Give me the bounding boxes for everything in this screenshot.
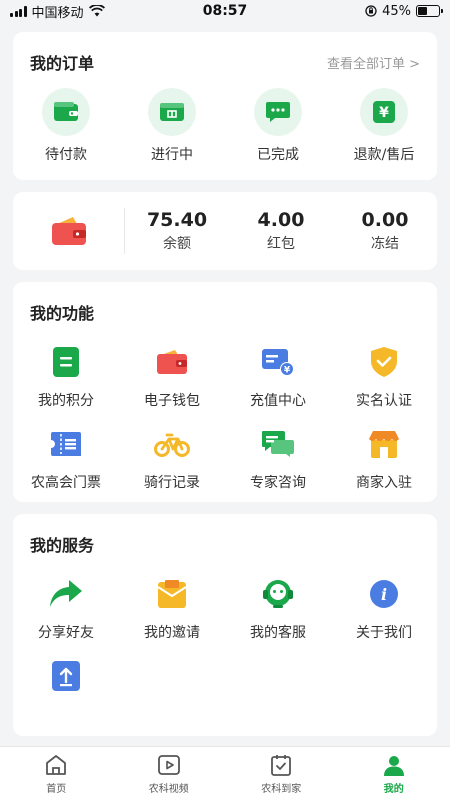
shop-icon	[369, 431, 399, 458]
signal-icon	[10, 5, 27, 17]
video-icon	[157, 754, 180, 775]
feature-fair-tickets[interactable]: 农高会门票	[13, 424, 119, 492]
balance-value: 75.40	[146, 209, 208, 231]
upload-icon	[52, 661, 80, 691]
service-customer-service[interactable]: 我的客服	[225, 574, 331, 642]
orders-card: 我的订单 查看全部订单 > 待付款 进行中 已完成 ¥ 退款/售后	[13, 32, 437, 180]
ticket-icon	[51, 432, 81, 456]
frozen-stat[interactable]: 0.00 冻结	[333, 209, 437, 253]
bicycle-icon	[154, 433, 190, 457]
view-all-orders-link[interactable]: 查看全部订单 >	[327, 53, 420, 72]
tab-label: 农科视频	[148, 783, 189, 795]
red-packet-stat[interactable]: 4.00 红包	[229, 209, 333, 253]
tab-label: 首页	[46, 783, 67, 795]
services-title: 我的服务	[30, 536, 95, 555]
order-pending-payment[interactable]: 待付款	[13, 88, 119, 164]
feature-riding-records[interactable]: 骑行记录	[119, 424, 225, 492]
consult-icon	[262, 431, 294, 457]
feature-label: 我的积分	[38, 393, 94, 409]
status-left: 中国移动	[10, 2, 105, 21]
service-share-friends[interactable]: 分享好友	[13, 574, 119, 642]
home-icon	[46, 754, 67, 775]
service-about-us[interactable]: i 关于我们	[331, 574, 437, 642]
order-refund[interactable]: ¥ 退款/售后	[331, 88, 437, 164]
feature-label: 关于我们	[356, 625, 412, 641]
tab-label: 农科到家	[261, 783, 302, 795]
feature-label: 电子钱包	[144, 393, 200, 409]
orientation-lock-icon	[365, 5, 377, 17]
red-wallet-icon	[51, 217, 86, 245]
feature-points[interactable]: 我的积分	[13, 342, 119, 410]
feature-label: 实名认证	[356, 393, 412, 409]
tab-mine[interactable]: 我的	[338, 747, 450, 800]
points-icon	[53, 347, 79, 377]
feature-label: 我的邀请	[144, 625, 200, 641]
features-title: 我的功能	[30, 304, 95, 323]
balance-stat[interactable]: 75.40 余额	[125, 209, 229, 253]
status-time: 08:57	[202, 3, 248, 19]
service-upload[interactable]	[13, 656, 119, 696]
feature-merchant-onboarding[interactable]: 商家入驻	[331, 424, 437, 492]
e-wallet-icon	[157, 350, 187, 374]
features-card: 我的功能 我的积分 电子钱包 ¥ 充值中心 实名认证 农高会门票 骑行记录 专家…	[13, 282, 437, 502]
services-card: 我的服务 分享好友 我的邀请 我的客服 i 关于我们	[13, 514, 437, 736]
recharge-icon: ¥	[262, 349, 294, 376]
feature-label: 充值中心	[250, 393, 306, 409]
info-icon: i	[370, 580, 398, 608]
customer-service-icon	[263, 580, 293, 608]
svg-text:¥: ¥	[284, 366, 291, 376]
battery-icon	[416, 5, 443, 17]
feature-real-name-verification[interactable]: 实名认证	[331, 342, 437, 410]
feature-recharge[interactable]: ¥ 充值中心	[225, 342, 331, 410]
order-label: 退款/售后	[353, 147, 415, 163]
status-right: 45%	[365, 3, 443, 19]
status-bar: 中国移动 08:57 45%	[0, 0, 450, 22]
carrier-name: 中国移动	[31, 5, 84, 21]
main-content: 我的订单 查看全部订单 > 待付款 进行中 已完成 ¥ 退款/售后 75.40 …	[0, 22, 450, 736]
order-in-progress[interactable]: 进行中	[119, 88, 225, 164]
feature-label: 商家入驻	[356, 475, 412, 491]
feature-expert-consultation[interactable]: 专家咨询	[225, 424, 331, 492]
order-label: 进行中	[151, 147, 193, 163]
svg-text:i: i	[381, 585, 387, 604]
invite-icon	[157, 580, 187, 608]
order-completed[interactable]: 已完成	[225, 88, 331, 164]
red-packet-value: 4.00	[257, 209, 305, 231]
wallet-card[interactable]: 75.40 余额 4.00 红包 0.00 冻结	[13, 192, 437, 270]
chat-icon	[266, 102, 290, 122]
order-label: 待付款	[45, 147, 87, 163]
battery-percent: 45%	[382, 3, 411, 19]
store-icon	[160, 103, 184, 121]
wifi-icon	[88, 5, 105, 17]
feature-e-wallet[interactable]: 电子钱包	[119, 342, 225, 410]
user-icon	[383, 755, 404, 776]
tab-agri-home-delivery[interactable]: 农科到家	[225, 747, 338, 800]
frozen-value: 0.00	[361, 209, 409, 231]
feature-label: 专家咨询	[250, 475, 306, 491]
order-label: 已完成	[257, 147, 299, 163]
share-icon	[50, 580, 82, 607]
tab-home[interactable]: 首页	[0, 747, 113, 800]
frozen-label: 冻结	[371, 236, 399, 252]
wallet-icon	[54, 102, 78, 121]
red-packet-label: 红包	[267, 236, 295, 252]
orders-title: 我的订单	[30, 54, 95, 73]
feature-label: 我的客服	[250, 625, 306, 641]
calendar-check-icon	[271, 754, 292, 776]
feature-label: 分享好友	[38, 625, 94, 641]
bottom-tab-bar: 首页 农科视频 农科到家 我的	[0, 746, 450, 800]
svg-text:¥: ¥	[379, 105, 389, 121]
feature-label: 农高会门票	[31, 475, 101, 491]
service-my-invites[interactable]: 我的邀请	[119, 574, 225, 642]
verify-shield-icon	[371, 347, 397, 377]
tab-label: 我的	[383, 783, 404, 795]
feature-label: 骑行记录	[144, 475, 200, 491]
yen-icon: ¥	[373, 101, 395, 123]
tab-agri-video[interactable]: 农科视频	[113, 747, 226, 800]
balance-label: 余额	[163, 236, 191, 252]
